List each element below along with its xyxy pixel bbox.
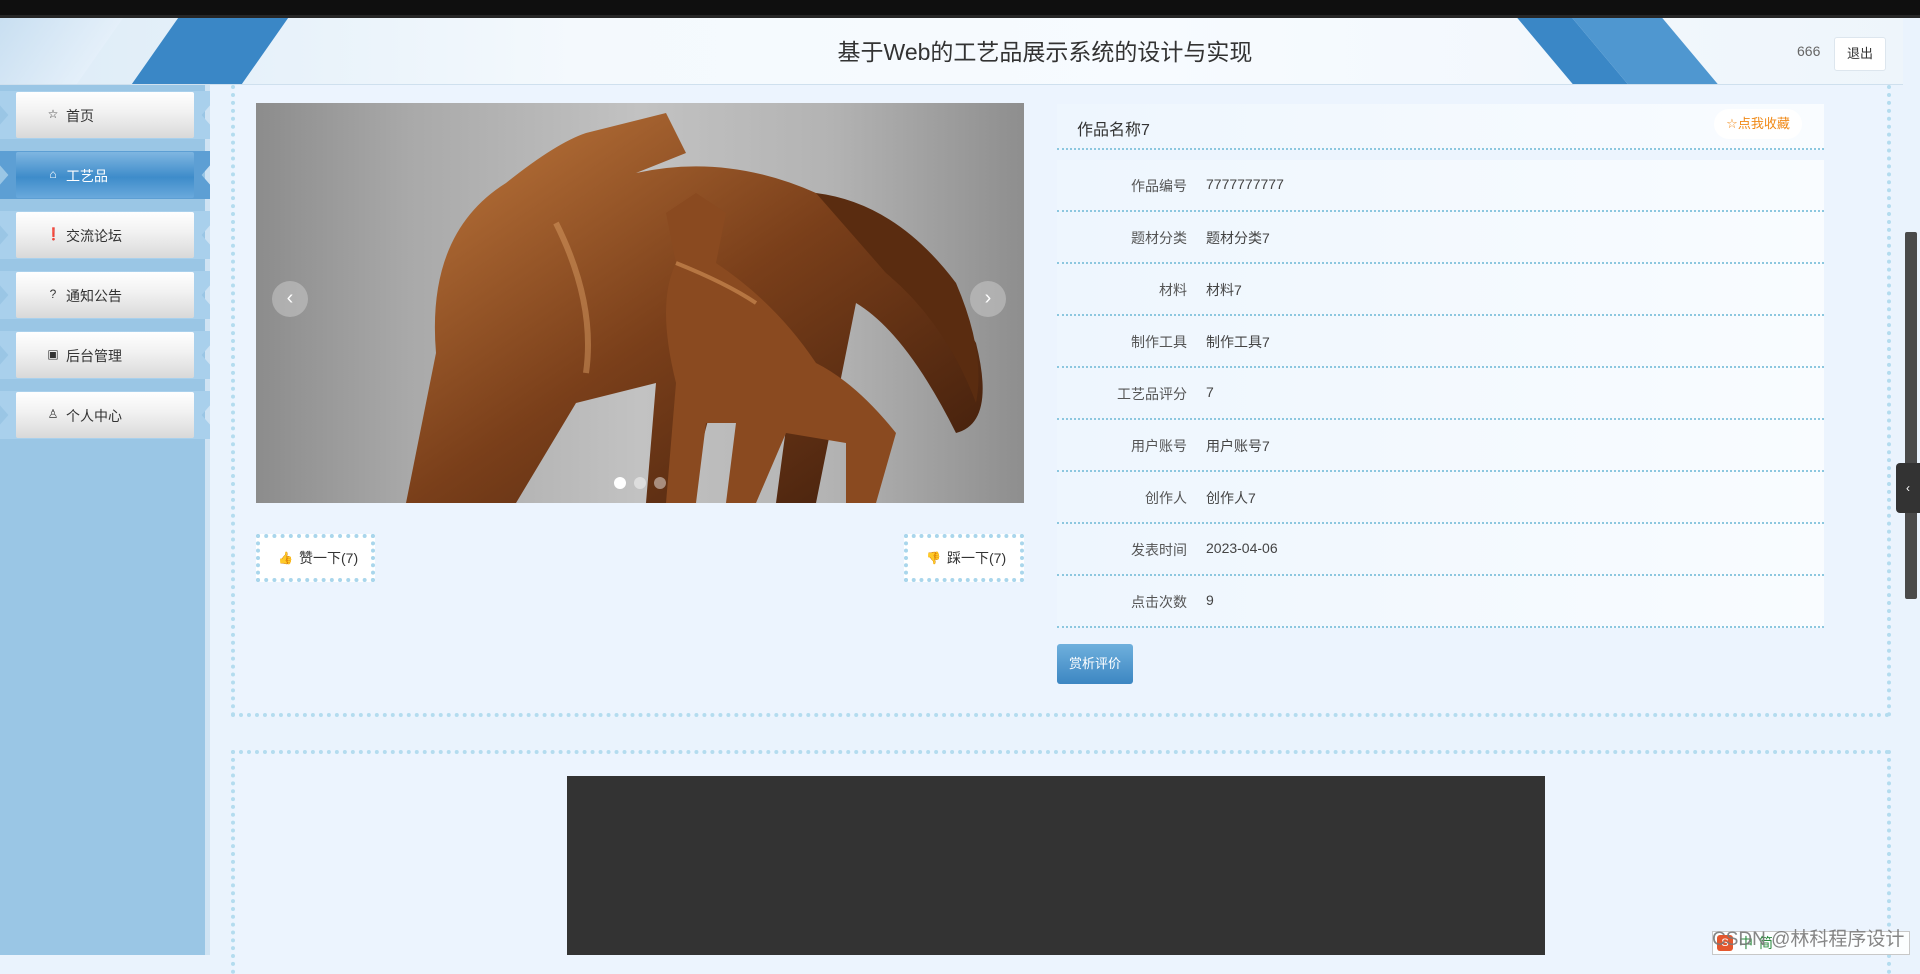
detail-value: 9 xyxy=(1206,592,1214,608)
thumbs-down-icon: 👎 xyxy=(926,551,941,565)
site-title-wrap: 基于Web的工艺品展示系统的设计与实现 xyxy=(0,18,1920,84)
detail-value: 2023-04-06 xyxy=(1206,540,1278,556)
detail-value: 7777777777 xyxy=(1206,176,1284,192)
site-title: 基于Web的工艺品展示系统的设计与实现 xyxy=(837,39,1253,65)
detail-row: 用户账号 用户账号7 xyxy=(1057,420,1824,472)
sidebar-item-profile[interactable]: ♙ 个人中心 xyxy=(0,385,210,445)
detail-key: 题材分类 xyxy=(1131,230,1187,246)
review-button[interactable]: 赏析评价 xyxy=(1057,644,1133,684)
sidebar: ☆ 首页 ⌂ 工艺品 ❗ 交流论坛 ? 通知公告 ▣ 后台管理 ♙ 个人中心 xyxy=(0,85,210,955)
sidebar-item-label: 首页 xyxy=(66,108,94,124)
detail-key: 制作工具 xyxy=(1131,334,1187,350)
detail-row: 工艺品评分 7 xyxy=(1057,368,1824,420)
carousel-dot[interactable] xyxy=(614,477,626,489)
carousel-indicators xyxy=(614,476,674,494)
carousel-dot[interactable] xyxy=(634,477,646,489)
sidebar-item-label: 后台管理 xyxy=(66,348,122,364)
detail-row: 点击次数 9 xyxy=(1057,576,1824,628)
detail-key: 创作人 xyxy=(1145,490,1187,506)
work-name: 作品名称7 xyxy=(1077,122,1150,139)
like-button[interactable]: 👍 赞一下(7) xyxy=(256,534,375,582)
dislike-label: 踩一下(7) xyxy=(947,550,1007,566)
nav-face xyxy=(16,92,194,138)
detail-value: 创作人7 xyxy=(1206,490,1256,506)
detail-value: 题材分类7 xyxy=(1206,230,1270,246)
detail-row: 发表时间 2023-04-06 xyxy=(1057,524,1824,576)
scrollbar-thumb[interactable] xyxy=(1905,232,1917,599)
detail-key: 工艺品评分 xyxy=(1117,386,1187,402)
detail-key: 发表时间 xyxy=(1131,542,1187,558)
dislike-button[interactable]: 👎 踩一下(7) xyxy=(904,534,1024,582)
detail-title-row: 作品名称7 ☆点我收藏 xyxy=(1057,104,1824,150)
user-icon: ♙ xyxy=(47,407,59,421)
sidebar-item-crafts[interactable]: ⌂ 工艺品 xyxy=(0,145,210,205)
sidebar-item-forum[interactable]: ❗ 交流论坛 xyxy=(0,205,210,265)
sidebar-item-notices[interactable]: ? 通知公告 xyxy=(0,265,210,325)
favorite-button[interactable]: ☆点我收藏 xyxy=(1714,109,1802,139)
detail-row: 制作工具 制作工具7 xyxy=(1057,316,1824,368)
page-header: 基于Web的工艺品展示系统的设计与实现 666 退出 xyxy=(0,18,1920,85)
watermark: CSDN @林科程序设计 xyxy=(1712,929,1905,950)
detail-row: 材料 材料7 xyxy=(1057,264,1824,316)
detail-row: 作品编号 7777777777 xyxy=(1057,160,1824,212)
detail-value: 7 xyxy=(1206,384,1214,400)
sidebar-item-label: 交流论坛 xyxy=(66,228,122,244)
image-carousel: ‹ › xyxy=(256,103,1024,503)
carousel-dot[interactable] xyxy=(654,477,666,489)
horse-sculpture-image xyxy=(406,113,983,503)
detail-value: 材料7 xyxy=(1206,282,1242,298)
briefcase-icon: ▣ xyxy=(47,347,59,361)
username-label: 666 xyxy=(1797,43,1821,59)
sidebar-item-label: 个人中心 xyxy=(66,408,122,424)
alert-icon: ❗ xyxy=(46,227,61,241)
help-icon: ? xyxy=(49,287,57,301)
detail-key: 用户账号 xyxy=(1131,438,1187,454)
carousel-next-button[interactable]: › xyxy=(970,281,1006,317)
sidebar-item-home[interactable]: ☆ 首页 xyxy=(0,85,210,145)
logout-button[interactable]: 退出 xyxy=(1834,37,1886,71)
sidebar-item-label: 通知公告 xyxy=(66,288,122,304)
detail-value: 用户账号7 xyxy=(1206,438,1270,454)
star-icon: ☆ xyxy=(47,107,59,121)
thumbs-up-icon: 👍 xyxy=(278,551,293,565)
browser-top-bar xyxy=(0,0,1920,18)
carousel-prev-button[interactable]: ‹ xyxy=(272,281,308,317)
detail-key: 作品编号 xyxy=(1131,178,1187,194)
video-player[interactable] xyxy=(567,776,1545,955)
detail-row: 创作人 创作人7 xyxy=(1057,472,1824,524)
sidebar-item-label: 工艺品 xyxy=(66,168,108,184)
like-label: 赞一下(7) xyxy=(299,550,359,566)
detail-row: 题材分类 题材分类7 xyxy=(1057,212,1824,264)
detail-key: 材料 xyxy=(1159,282,1187,298)
bag-icon: ⌂ xyxy=(49,167,57,181)
sidebar-item-admin[interactable]: ▣ 后台管理 xyxy=(0,325,210,385)
detail-value: 制作工具7 xyxy=(1206,334,1270,350)
side-panel-toggle[interactable]: ‹ xyxy=(1896,463,1920,513)
detail-key: 点击次数 xyxy=(1131,594,1187,610)
